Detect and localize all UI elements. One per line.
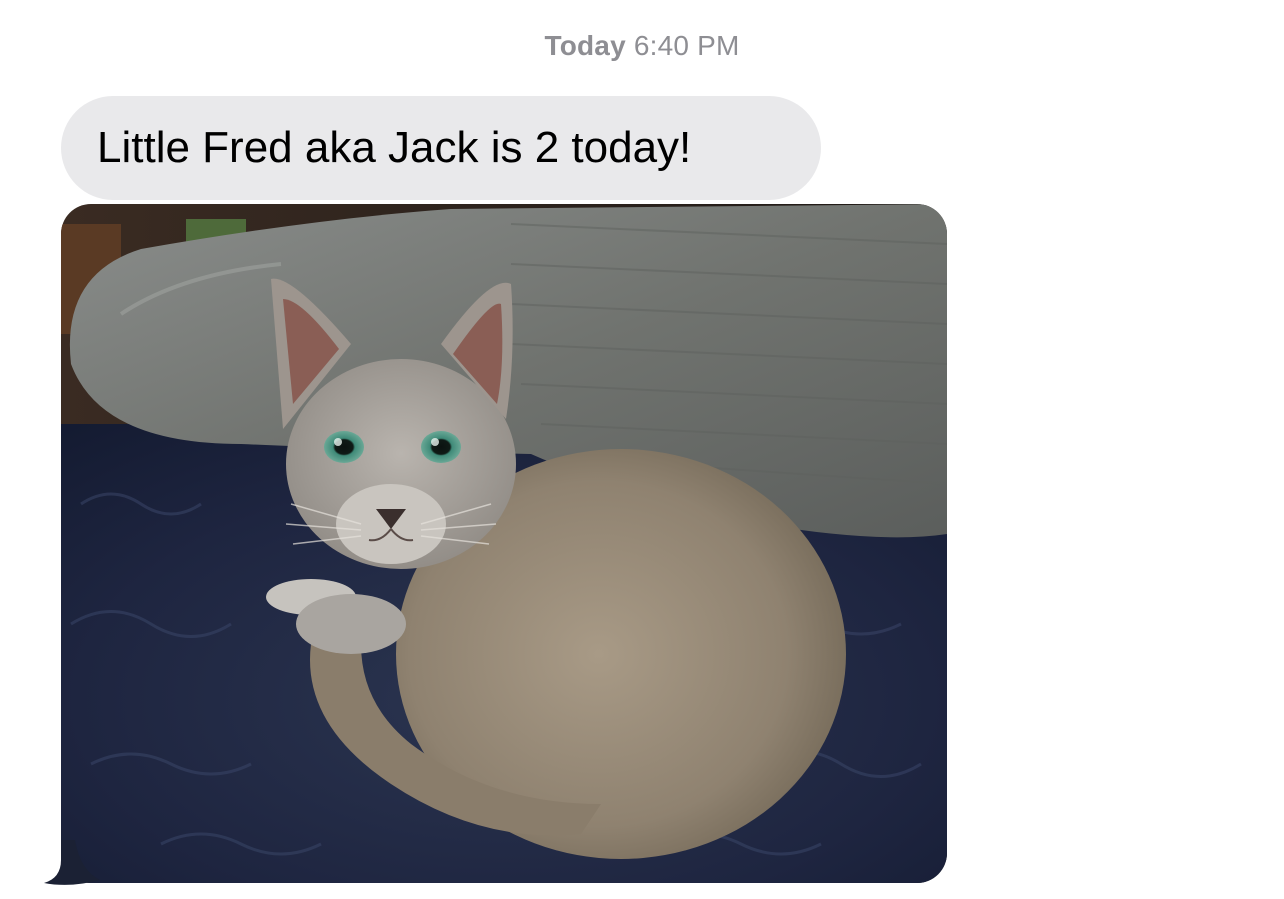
incoming-message-bubble[interactable]: Little Fred aka Jack is 2 today!: [61, 96, 821, 200]
message-text: Little Fred aka Jack is 2 today!: [97, 123, 692, 172]
timestamp-time: 6:40 PM: [633, 30, 740, 61]
cat-photo: [61, 204, 947, 883]
photo-message[interactable]: [61, 204, 947, 883]
conversation-timestamp: Today 6:40 PM: [0, 30, 1284, 62]
bubble-tail: [44, 840, 100, 885]
timestamp-day: Today: [544, 30, 626, 61]
